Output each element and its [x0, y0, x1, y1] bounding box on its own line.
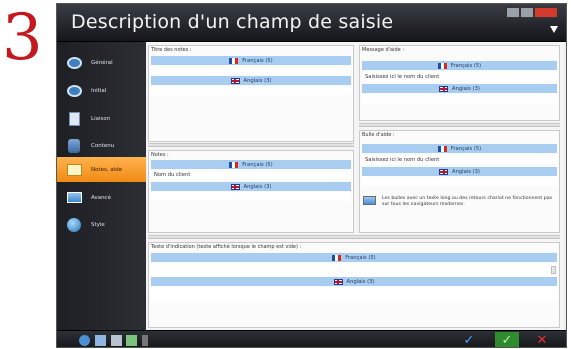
globe-icon [65, 217, 83, 233]
lang-fr-row: Français (5) [151, 56, 351, 65]
bottom-toolbar: ✓ ✓ ✕ [57, 330, 566, 348]
scrollbar[interactable] [551, 266, 556, 274]
dialog-window: Description d'un champ de saisie Général… [56, 3, 567, 348]
circle-icon [65, 55, 83, 71]
copy-icon[interactable] [111, 335, 122, 346]
sidebar-item-label: Liaison [91, 115, 111, 122]
sidebar-item-label: Initial [91, 87, 107, 94]
titre-notes-group: Titre des notes : Français (5) Anglais (… [148, 45, 354, 142]
table-icon[interactable] [126, 335, 137, 346]
step-number: 3 [2, 1, 43, 75]
database-icon [65, 138, 83, 154]
sidebar-item-label: Contenu [91, 142, 115, 149]
lang-en-label: Anglais (3) [243, 183, 272, 190]
lang-en-label: Anglais (3) [452, 168, 480, 175]
menu-icon[interactable] [142, 335, 148, 346]
message-aide-fr-input[interactable]: Saisissez ici le nom du client [362, 72, 557, 81]
lang-fr-row: Français (5) [362, 61, 557, 70]
titre-notes-fr-input[interactable] [151, 66, 351, 75]
uk-flag-icon [230, 183, 240, 190]
notes-fr-input[interactable]: Nom du client [151, 170, 351, 179]
sidebar: Général Initial Liaison Contenu Notes, a… [57, 42, 148, 330]
cancel-button[interactable]: ✕ [533, 334, 551, 348]
titre-notes-label: Titre des notes : [151, 47, 192, 53]
sidebar-item-style[interactable]: Style [57, 212, 146, 237]
lang-en-label: Anglais (3) [346, 278, 375, 285]
ok-button[interactable]: ✓ [495, 332, 519, 347]
sidebar-item-general[interactable]: Général [57, 50, 146, 75]
lang-fr-row: Français (5) [151, 160, 351, 169]
bulle-aide-info-text: Les bulles avec un texte long ou des ret… [382, 196, 553, 207]
bulle-aide-label: Bulle d'aide : [362, 132, 395, 138]
maximize-button[interactable] [520, 7, 534, 18]
screenshot-frame: 3 Description d'un champ de saisie Génér… [0, 0, 571, 349]
france-flag-icon [229, 161, 239, 168]
lang-fr-label: Français (5) [345, 254, 376, 261]
notes-group: Notes : Français (5) Nom du client Angla… [148, 150, 354, 233]
lang-en-label: Anglais (3) [452, 85, 480, 92]
lang-fr-label: Français (5) [450, 62, 482, 69]
cursor-icon [550, 26, 558, 33]
texte-indication-fr-input[interactable] [151, 264, 557, 277]
lang-fr-row: Français (5) [362, 144, 557, 153]
titre-notes-en-input[interactable] [151, 86, 351, 95]
uk-flag-icon [333, 278, 343, 285]
circle-icon [65, 83, 83, 99]
edit-icon [65, 162, 83, 178]
window-controls [506, 7, 558, 18]
uk-flag-icon [439, 168, 449, 175]
lang-fr-label: Français (5) [242, 161, 273, 168]
message-aide-group: Message d'aide : Français (5) Saisissez … [359, 45, 560, 121]
lang-fr-label: Français (5) [242, 57, 273, 64]
sidebar-item-liaison[interactable]: Liaison [57, 106, 146, 131]
uk-flag-icon [439, 85, 449, 92]
bulle-aide-info: Les bulles avec un texte long ou des ret… [363, 196, 558, 208]
sidebar-item-label: Style [91, 221, 105, 228]
right-splitter[interactable] [359, 123, 560, 127]
message-aide-label: Message d'aide : [362, 47, 405, 53]
sidebar-item-contenu[interactable]: Contenu [57, 133, 146, 158]
france-flag-icon [332, 254, 342, 261]
lang-en-row: Anglais (3) [151, 76, 351, 85]
lang-en-row: Anglais (3) [362, 167, 557, 176]
lang-en-row: Anglais (3) [151, 277, 557, 286]
france-flag-icon [437, 62, 447, 69]
image-icon [65, 190, 83, 206]
content-area: Titre des notes : Français (5) Anglais (… [146, 42, 564, 330]
minimize-button[interactable] [506, 7, 520, 18]
france-flag-icon [437, 145, 447, 152]
bulle-aide-fr-input[interactable]: Saisissez ici le nom du client [362, 155, 557, 164]
sidebar-item-initial[interactable]: Initial [57, 78, 146, 103]
bulle-aide-en-input[interactable] [362, 177, 557, 186]
texte-indication-label: Texte d'indication (texte affiché lorsqu… [151, 244, 302, 250]
notes-label: Notes : [151, 152, 169, 158]
texte-indication-group: Texte d'indication (texte affiché lorsqu… [148, 242, 560, 328]
texte-indication-en-input[interactable] [151, 287, 557, 301]
france-flag-icon [229, 57, 239, 64]
title-bar: Description d'un champ de saisie [57, 4, 566, 42]
window-title: Description d'un champ de saisie [71, 11, 394, 33]
sidebar-item-avance[interactable]: Avancé [57, 185, 146, 210]
sidebar-item-notes-aide[interactable]: Notes, aide [57, 157, 148, 182]
lang-en-row: Anglais (3) [151, 182, 351, 191]
left-splitter[interactable] [148, 143, 354, 147]
warning-info-icon [363, 196, 376, 205]
uk-flag-icon [230, 77, 240, 84]
lang-en-label: Anglais (3) [243, 77, 272, 84]
sidebar-item-label: Général [91, 59, 113, 66]
preview-icon[interactable] [95, 335, 106, 346]
bottom-splitter[interactable] [148, 235, 560, 239]
help-icon[interactable] [79, 335, 90, 346]
lang-fr-label: Français (5) [450, 145, 482, 152]
close-button[interactable] [534, 7, 558, 18]
chevron-down-icon[interactable]: ✓ [459, 334, 479, 348]
message-aide-en-input[interactable] [362, 94, 557, 103]
sidebar-item-label: Notes, aide [91, 166, 123, 173]
notes-en-input[interactable] [151, 192, 351, 201]
lang-fr-row: Français (5) [151, 253, 557, 262]
document-icon [65, 111, 83, 127]
sidebar-item-label: Avancé [91, 194, 111, 201]
bulle-aide-group: Bulle d'aide : Français (5) Saisissez ic… [359, 130, 560, 233]
lang-en-row: Anglais (3) [362, 84, 557, 93]
